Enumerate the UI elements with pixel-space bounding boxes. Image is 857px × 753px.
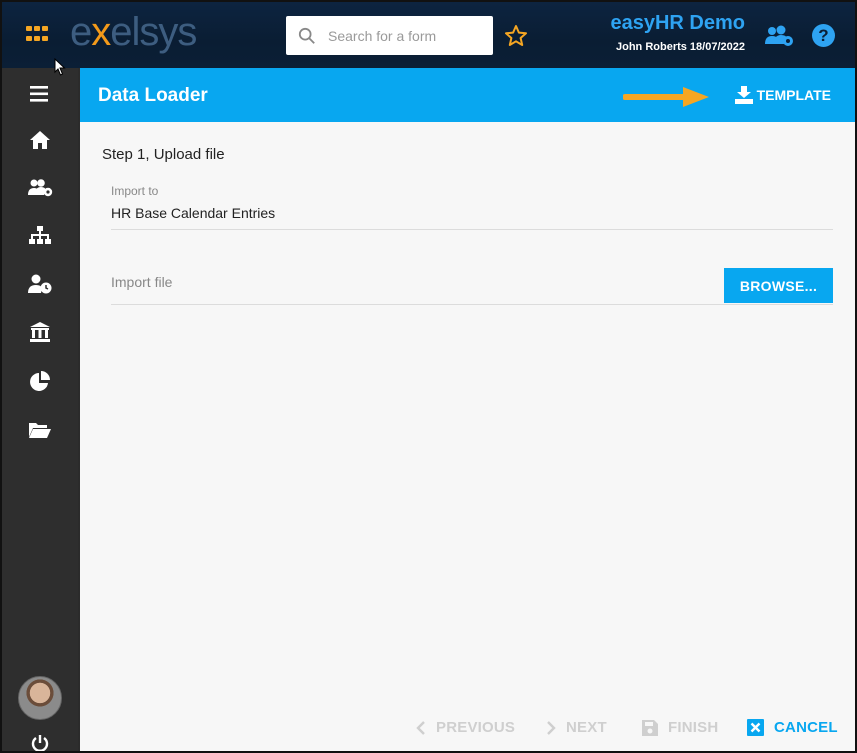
- tenant-name: easyHR Demo: [610, 12, 745, 34]
- org-chart-icon[interactable]: [26, 224, 54, 248]
- save-icon: [642, 719, 658, 736]
- cancel-button[interactable]: CANCEL: [747, 719, 838, 736]
- help-icon[interactable]: ?: [812, 24, 835, 47]
- user-date-line: John Roberts 18/07/2022: [615, 41, 745, 53]
- exelsys-logo: exelsys: [70, 10, 197, 54]
- chevron-right-icon: [547, 720, 556, 735]
- folder-open-icon[interactable]: [26, 418, 54, 442]
- wizard-footer: PREVIOUS NEXT FINISH CANCEL: [80, 703, 855, 751]
- mouse-cursor-icon: [54, 58, 66, 76]
- next-button[interactable]: NEXT: [546, 719, 607, 736]
- import-to-value: HR Base Calendar Entries: [111, 205, 276, 221]
- arrow-annotation-icon: [623, 87, 709, 107]
- sidebar: [2, 68, 78, 753]
- favorite-star-icon[interactable]: [504, 24, 528, 48]
- import-to-field[interactable]: Import to HR Base Calendar Entries: [111, 184, 833, 230]
- chevron-left-icon: [416, 720, 425, 735]
- close-icon: [747, 719, 764, 736]
- page-header: Data Loader TEMPLATE: [80, 68, 855, 122]
- tenant-info: easyHR Demo John Roberts 18/07/2022: [610, 12, 745, 53]
- people-settings-icon[interactable]: [764, 24, 794, 48]
- app-window: exelsys easyHR Demo John Roberts 18/07/2…: [0, 0, 857, 753]
- search-box[interactable]: [286, 16, 493, 55]
- previous-button[interactable]: PREVIOUS: [416, 719, 515, 736]
- menu-icon[interactable]: [26, 82, 54, 106]
- pie-chart-icon[interactable]: [26, 370, 54, 394]
- people-settings-icon[interactable]: [26, 176, 54, 200]
- download-icon: [734, 86, 753, 104]
- finish-button[interactable]: FINISH: [642, 719, 718, 736]
- step-label: Step 1, Upload file: [102, 146, 225, 163]
- search-input[interactable]: [328, 27, 478, 44]
- avatar[interactable]: [18, 676, 62, 720]
- search-icon: [298, 27, 315, 44]
- home-icon[interactable]: [26, 128, 54, 152]
- template-label: TEMPLATE: [756, 87, 831, 103]
- browse-button[interactable]: BROWSE...: [724, 268, 833, 303]
- main-content: Data Loader TEMPLATE Step 1, Upload file…: [80, 68, 855, 751]
- template-download-button[interactable]: TEMPLATE: [734, 86, 831, 104]
- top-bar: exelsys easyHR Demo John Roberts 18/07/2…: [2, 2, 855, 68]
- power-icon[interactable]: [30, 734, 50, 753]
- bank-icon[interactable]: [26, 320, 54, 344]
- user-clock-icon[interactable]: [26, 272, 54, 296]
- page-title: Data Loader: [98, 85, 208, 106]
- apps-grid-icon[interactable]: [26, 26, 48, 44]
- import-to-label: Import to: [111, 184, 159, 198]
